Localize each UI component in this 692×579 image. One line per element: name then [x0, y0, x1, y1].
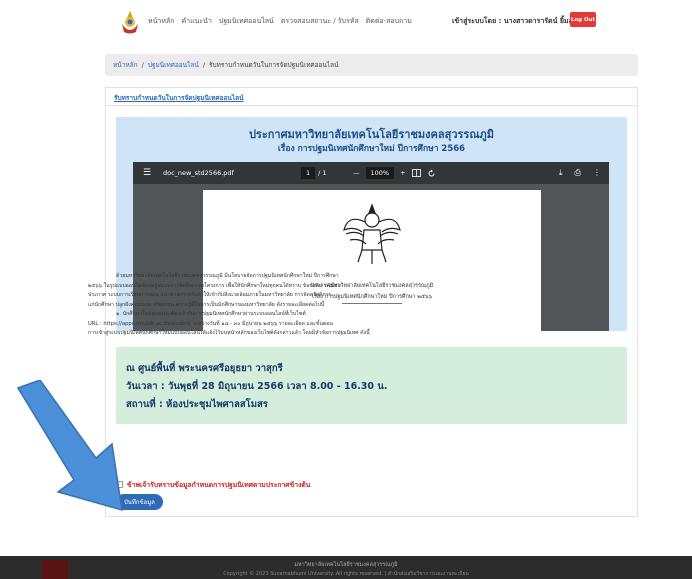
pdf-zoom-controls: — 100% + — [353, 167, 436, 179]
zoom-in-icon[interactable]: + — [400, 169, 405, 177]
menu-icon[interactable]: ☰ — [143, 168, 151, 178]
pdf-filename: doc_new_std2566.pdf — [163, 169, 234, 177]
zoom-level[interactable]: 100% — [365, 167, 395, 179]
nav-contact-link[interactable]: ติดต่อ-สอบถาม — [366, 16, 412, 27]
rotate-icon[interactable] — [427, 169, 436, 178]
breadcrumb: หน้าหลัก / ปฐมนิเทศออนไลน์ / รับทราบกำหน… — [105, 54, 638, 76]
document-paragraph-line: ประกาศ ระบบการเรียนการสอน แนวทางการปรับต… — [88, 292, 332, 298]
nav-home-link[interactable]: หน้าหลัก — [148, 16, 174, 27]
nav-orientation-link[interactable]: ปฐมนิเทศออนไลน์ — [219, 16, 274, 27]
document-paragraph-line: ด้วยมหาวิทยาลัยเทคโนโลยีราชมงคลสุวรรณภูม… — [116, 273, 339, 279]
orientation-info-box: ณ ศูนย์พื้นที่ พระนครศรีอยุธยา วาสุกรี ว… — [116, 347, 627, 424]
breadcrumb-separator: / — [202, 61, 206, 69]
pdf-actions: ⤓ ⎙ ⋮ — [559, 168, 601, 178]
pdf-page-input[interactable]: 1 — [301, 167, 316, 179]
logout-button[interactable]: Log Out — [570, 12, 596, 27]
orientation-venue: สถานที่ : ห้องประชุมไพศาลสโมสร — [126, 399, 268, 410]
pdf-page-total: / 1 — [318, 169, 327, 177]
fit-page-icon[interactable] — [411, 169, 421, 177]
pdf-toolbar: ☰ doc_new_std2566.pdf 1 / 1 — 100% + ⤓ ⎙… — [133, 162, 609, 184]
garuda-emblem-icon — [343, 203, 401, 264]
card-header: รับทราบกำหนดวันในการจัดปฐมนิเทศออนไลน์ — [106, 88, 637, 106]
footer: มหาวิทยาลัยเทคโนโลยีราชมงคลสุวรรณภูมิ Co… — [0, 556, 692, 579]
breadcrumb-separator: / — [141, 61, 144, 69]
zoom-out-icon[interactable]: — — [353, 169, 360, 177]
breadcrumb-orientation[interactable]: ปฐมนิเทศออนไลน์ — [148, 60, 199, 70]
nav-links: หน้าหลัก คำแนะนำ ปฐมนิเทศออนไลน์ ตรวจสอบ… — [148, 16, 412, 27]
pointer-arrow-icon — [16, 380, 123, 512]
document-body: ด้วยมหาวิทยาลัยเทคโนโลยีราชมงคลสุวรรณภูม… — [88, 272, 424, 339]
footer-copyright: Copyright © 2023 Suvarnabhumi University… — [223, 571, 469, 577]
orientation-place: ณ ศูนย์พื้นที่ พระนครศรีอยุธยา วาสุกรี — [126, 363, 283, 374]
orientation-datetime: วันเวลา : วันพุธที่ 28 มิถุนายน 2566 เวล… — [126, 381, 388, 392]
nav-status-link[interactable]: ตรวจสอบสถานะ / รับรหัส — [281, 16, 359, 27]
document-paragraph-line: แก่นักศึกษา ปลูกฝังคุณธรรม จริยธรรม ความ… — [88, 301, 325, 308]
document-paragraph-line: ๑. นักศึกษาใหม่ทุกคนจะต้องเข้ารับการปฐมน… — [116, 311, 306, 317]
breadcrumb-current: รับทราบกำหนดวันในการจัดปฐมนิเทศออนไลน์ — [209, 61, 339, 69]
document-paragraph-line: การเข้าสู่ระบบปฐมนิเทศนักศึกษาใหม่แบบออน… — [88, 330, 370, 336]
breadcrumb-home[interactable]: หน้าหลัก — [113, 60, 138, 70]
nav-guide-link[interactable]: คำแนะนำ — [181, 16, 211, 27]
download-icon[interactable]: ⤓ — [559, 168, 563, 178]
document-paragraph-line: ๒๕๖๖ ในรูปแบบออนไลน์ผสมรูปแบบการจัดกิจกร… — [88, 282, 341, 289]
document-paragraph-line: URL : https://apps.rmutsb.ac.th/student … — [88, 320, 333, 327]
accept-row: ข้าพเจ้ารับทราบข้อมูลกำหนดการปฐมนิเทศตาม… — [116, 479, 310, 490]
logged-in-user: เข้าสู่ระบบโดย : นางสาวดารารัตน์ ยิ้มละม… — [452, 17, 586, 25]
announcement-subtitle: เรื่อง การปฐมนิเทศนักศึกษาใหม่ ปีการศึกษ… — [277, 144, 466, 154]
top-navbar: หน้าหลัก คำแนะนำ ปฐมนิเทศออนไลน์ ตรวจสอบ… — [0, 0, 692, 44]
more-options-icon[interactable]: ⋮ — [593, 168, 601, 178]
print-icon[interactable]: ⎙ — [575, 168, 581, 178]
accept-label[interactable]: ข้าพเจ้ารับทราบข้อมูลกำหนดการปฐมนิเทศตาม… — [127, 479, 310, 490]
university-logo-icon[interactable] — [118, 10, 142, 36]
pdf-page-indicator: 1 / 1 — [301, 167, 327, 179]
footer-university: มหาวิทยาลัยเทคโนโลยีราชมงคลสุวรรณภูมิ — [294, 562, 398, 568]
